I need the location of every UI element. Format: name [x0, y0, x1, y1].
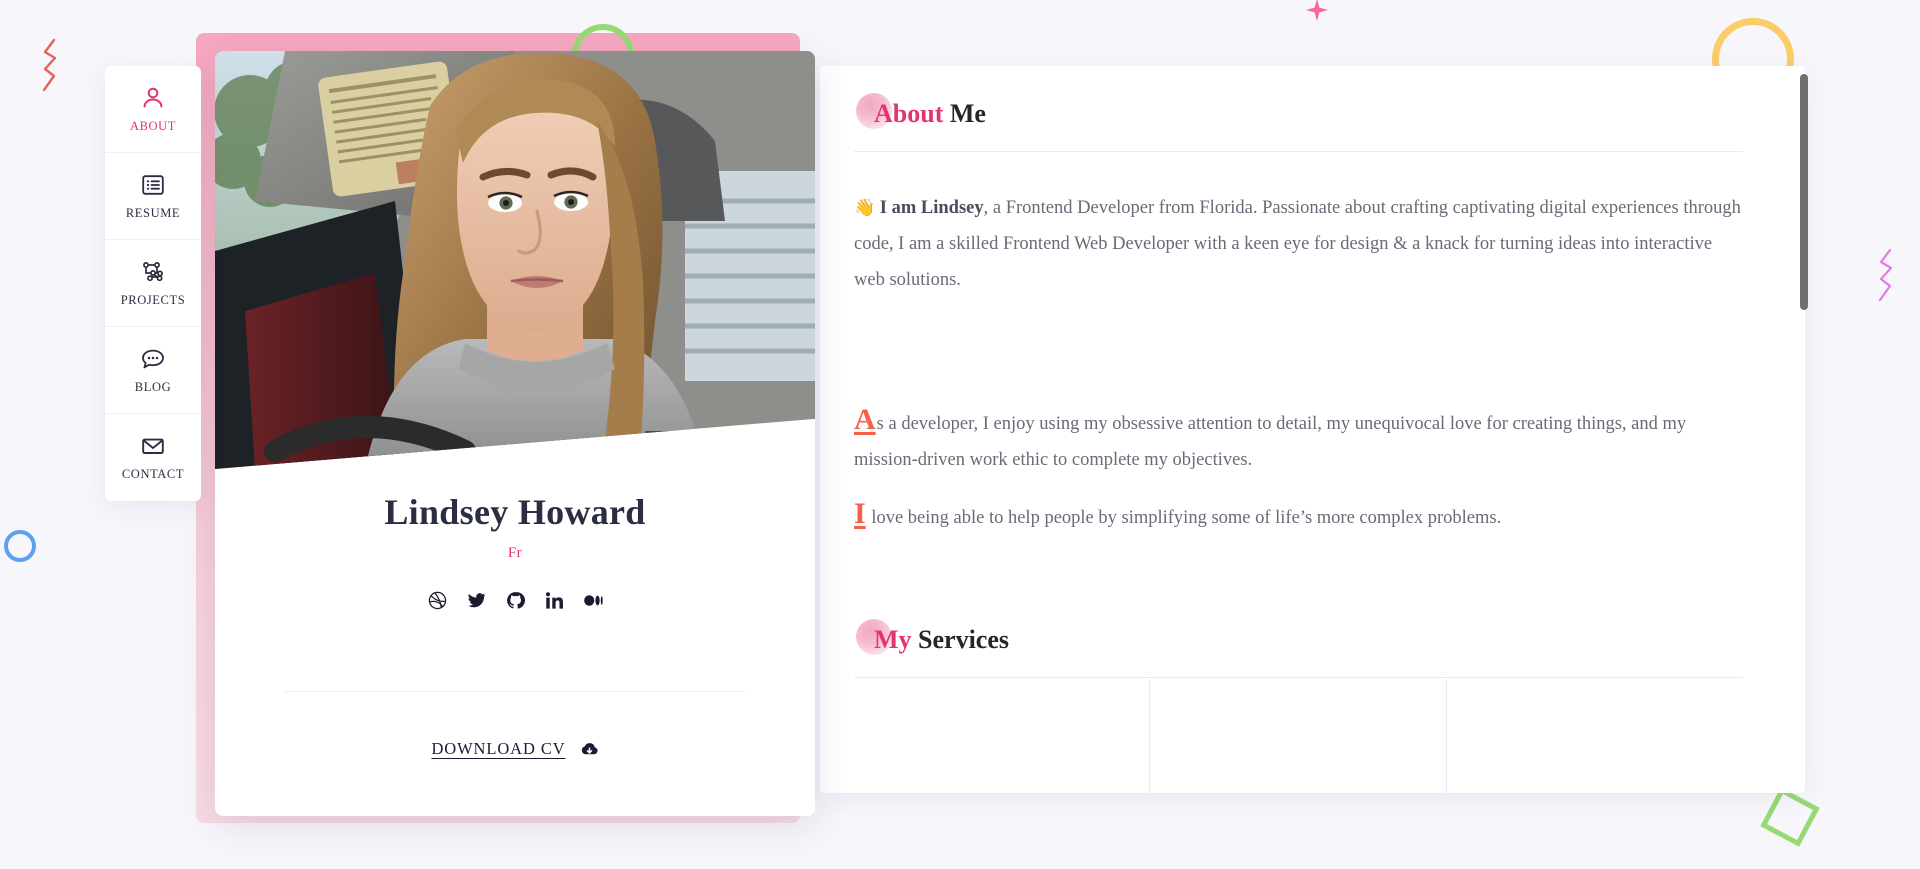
star-pink-top-icon: [1300, 0, 1334, 28]
left-sidebar-nav[interactable]: ABOUT RESUME PROJECTS BLOG CONTACT: [105, 66, 201, 501]
envelope-icon: [140, 433, 166, 459]
about-heading-rest: Me: [943, 99, 986, 128]
zigzag-red-top-left-icon: [40, 38, 60, 94]
zigzag-magenta-right-icon: [1876, 248, 1896, 304]
sidebar-item-blog-label: BLOG: [134, 379, 172, 394]
about-heading-rule: [854, 151, 1743, 152]
list-icon: [140, 172, 166, 198]
github-icon[interactable]: [504, 589, 526, 611]
square-green-bottom-icon: [1760, 787, 1820, 847]
services-heading-rule: [854, 677, 1743, 678]
about-paragraph-3: I love being able to help people by simp…: [854, 497, 1743, 536]
profile-name: Lindsey Howard: [384, 492, 646, 532]
content-scrollbar[interactable]: [1800, 74, 1808, 785]
ring-blue-left-icon: [4, 530, 36, 562]
services-heading-rest: Services: [911, 625, 1010, 654]
service-cell[interactable]: [1150, 679, 1447, 793]
content-panel: About Me 👋 I am Lindsey, a Frontend Deve…: [820, 66, 1805, 793]
service-cell[interactable]: [1447, 679, 1743, 793]
profile-card: Lindsey Howard Fr DOWNLOAD CV: [215, 51, 815, 816]
sidebar-item-contact-label: CONTACT: [121, 467, 185, 481]
nodes-icon: [140, 259, 166, 285]
medium-icon[interactable]: [582, 589, 604, 611]
sidebar-item-projects-label: PROJECTS: [120, 292, 186, 307]
twitter-icon[interactable]: [465, 589, 487, 611]
services-grid: [854, 679, 1743, 793]
sidebar-item-about[interactable]: ABOUT: [105, 66, 201, 153]
sidebar-item-about-label: ABOUT: [129, 118, 177, 133]
my-services-heading: My Services: [856, 619, 1010, 655]
content-scrollbar-thumb[interactable]: [1800, 74, 1808, 310]
dribbble-icon[interactable]: [426, 589, 448, 611]
services-heading-accent: My: [874, 625, 912, 654]
sidebar-item-blog[interactable]: BLOG: [105, 327, 201, 414]
about-paragraph-3-dropcap: I: [854, 497, 866, 530]
about-heading-accent: About: [874, 99, 944, 128]
about-paragraph-1-rest: , a Frontend Developer from Florida. Pas…: [854, 198, 1741, 290]
waving-hand-icon: 👋: [854, 198, 876, 217]
cloud-download-icon: [580, 740, 599, 759]
download-cv-label[interactable]: DOWNLOAD CV: [431, 739, 565, 759]
about-paragraph-2-rest: s a developer, I enjoy using my obsessiv…: [854, 414, 1687, 470]
sidebar-item-resume-label: RESUME: [125, 205, 181, 220]
user-icon: [140, 85, 166, 111]
profile-photo: [215, 51, 815, 469]
about-me-heading: About Me: [856, 93, 986, 129]
sidebar-item-projects[interactable]: PROJECTS: [105, 240, 201, 327]
profile-role-typing: Fr: [507, 545, 523, 561]
about-paragraph-1: 👋 I am Lindsey, a Frontend Developer fro…: [854, 190, 1743, 298]
chat-bubble-icon: [140, 346, 166, 372]
linkedin-icon[interactable]: [543, 589, 565, 611]
about-paragraph-2: As a developer, I enjoy using my obsessi…: [854, 403, 1743, 478]
about-paragraph-3-rest: love being able to help people by simpli…: [866, 508, 1502, 528]
sidebar-item-resume[interactable]: RESUME: [105, 153, 201, 240]
card-divider: [285, 691, 745, 692]
about-paragraph-1-bold: I am Lindsey: [879, 198, 984, 218]
sidebar-item-contact[interactable]: CONTACT: [105, 414, 201, 501]
download-cv-button[interactable]: DOWNLOAD CV: [215, 739, 815, 759]
about-paragraph-2-dropcap: A: [854, 403, 876, 436]
social-links[interactable]: [215, 589, 815, 611]
service-cell[interactable]: [854, 679, 1151, 793]
